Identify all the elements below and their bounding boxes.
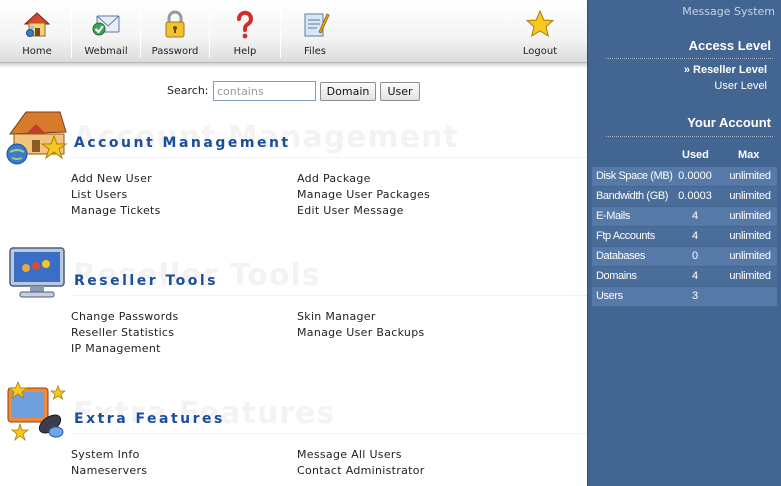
reseller-statistics-link[interactable]: Reseller Statistics bbox=[71, 326, 174, 339]
manage-user-packages-link[interactable]: Manage User Packages bbox=[297, 188, 430, 201]
password-button[interactable]: Password bbox=[142, 0, 208, 63]
usage-row-domains: Domains 4 unlimited bbox=[592, 267, 777, 286]
account-management-title: Account Management bbox=[74, 135, 291, 151]
search-domain-button[interactable]: Domain bbox=[320, 82, 376, 101]
list-users-link[interactable]: List Users bbox=[71, 188, 128, 201]
usage-label: Users bbox=[596, 290, 623, 302]
top-toolbar: Home Webmail Password Help Files Logout bbox=[0, 0, 587, 68]
files-label: Files bbox=[304, 46, 326, 57]
usage-label: Databases bbox=[596, 250, 645, 262]
home-label: Home bbox=[22, 46, 52, 57]
usage-label: E-Mails bbox=[596, 210, 630, 222]
extra-features-title: Extra Features bbox=[74, 411, 225, 427]
usage-label: Domains bbox=[596, 270, 637, 282]
star-icon bbox=[525, 9, 555, 38]
envelope-icon bbox=[92, 15, 120, 36]
search-user-button[interactable]: User bbox=[380, 82, 420, 101]
usage-used: 3 bbox=[691, 290, 699, 302]
usage-used: 0.0000 bbox=[678, 170, 712, 182]
account-management-section: Account Management Account Management Ad… bbox=[0, 104, 587, 232]
usage-row-bandwidth: Bandwidth (GB) 0.0003 unlimited bbox=[592, 187, 777, 206]
panel-divider bbox=[606, 58, 773, 59]
usage-label: Bandwidth (GB) bbox=[596, 190, 669, 202]
usage-max: unlimited bbox=[729, 230, 771, 242]
usage-max: unlimited bbox=[729, 170, 771, 182]
usage-row-emails: E-Mails 4 unlimited bbox=[592, 207, 777, 226]
add-new-user-link[interactable]: Add New User bbox=[71, 172, 152, 185]
usage-used: 4 bbox=[691, 230, 699, 242]
home-button[interactable]: Home bbox=[4, 0, 70, 63]
help-button[interactable]: Help bbox=[211, 0, 279, 63]
usage-header-max: Max bbox=[738, 149, 760, 161]
question-mark-icon bbox=[237, 10, 253, 39]
manage-tickets-link[interactable]: Manage Tickets bbox=[71, 204, 161, 217]
message-system-link[interactable]: Message System bbox=[682, 5, 775, 18]
access-level-title: Access Level bbox=[688, 38, 771, 53]
account-house-globe-icon bbox=[6, 111, 68, 165]
help-label: Help bbox=[233, 46, 257, 57]
logout-label: Logout bbox=[522, 46, 558, 57]
usage-row-disk-space: Disk Space (MB) 0.0000 unlimited bbox=[592, 167, 777, 186]
section-divider bbox=[70, 433, 587, 434]
usage-used: 4 bbox=[691, 270, 699, 282]
logout-button[interactable]: Logout bbox=[507, 0, 573, 63]
usage-max: unlimited bbox=[729, 210, 771, 222]
nameservers-link[interactable]: Nameservers bbox=[71, 464, 147, 477]
ip-management-link[interactable]: IP Management bbox=[71, 342, 161, 355]
usage-row-databases: Databases 0 unlimited bbox=[592, 247, 777, 266]
extra-features-stars-icon bbox=[7, 380, 67, 442]
right-sidebar: Message System Access Level » Reseller L… bbox=[587, 0, 781, 486]
toolbar-divider bbox=[71, 6, 72, 58]
usage-used: 0 bbox=[691, 250, 699, 262]
edit-user-message-link[interactable]: Edit User Message bbox=[297, 204, 404, 217]
reseller-monitor-icon bbox=[9, 247, 65, 298]
webmail-button[interactable]: Webmail bbox=[73, 0, 139, 63]
manage-user-backups-link[interactable]: Manage User Backups bbox=[297, 326, 425, 339]
reseller-level-link[interactable]: » Reseller Level bbox=[684, 64, 767, 76]
add-package-link[interactable]: Add Package bbox=[297, 172, 371, 185]
clipboard-icon bbox=[304, 13, 330, 37]
padlock-icon bbox=[165, 10, 185, 38]
contact-administrator-link[interactable]: Contact Administrator bbox=[297, 464, 425, 477]
search-input[interactable] bbox=[213, 81, 316, 101]
usage-header-used: Used bbox=[682, 149, 709, 161]
reseller-tools-section: Reseller Tools Reseller Tools Change Pas… bbox=[0, 242, 587, 370]
house-icon bbox=[23, 12, 51, 37]
usage-label: Disk Space (MB) bbox=[596, 170, 673, 182]
panel-divider bbox=[606, 136, 773, 137]
section-divider bbox=[70, 295, 587, 296]
toolbar-divider bbox=[209, 6, 210, 58]
usage-max: unlimited bbox=[729, 250, 771, 262]
extra-features-section: Extra Features Extra Features System Inf… bbox=[0, 380, 587, 486]
reseller-tools-title: Reseller Tools bbox=[74, 273, 219, 289]
change-passwords-link[interactable]: Change Passwords bbox=[71, 310, 179, 323]
system-info-link[interactable]: System Info bbox=[71, 448, 140, 461]
your-account-title: Your Account bbox=[687, 115, 771, 130]
usage-row-users: Users 3 bbox=[592, 287, 777, 306]
password-label: Password bbox=[151, 46, 199, 57]
usage-max: unlimited bbox=[729, 270, 771, 282]
user-level-link[interactable]: User Level bbox=[714, 80, 767, 92]
usage-row-ftp-accounts: Ftp Accounts 4 unlimited bbox=[592, 227, 777, 246]
message-all-users-link[interactable]: Message All Users bbox=[297, 448, 402, 461]
usage-used: 4 bbox=[691, 210, 699, 222]
toolbar-divider bbox=[280, 6, 281, 58]
usage-max: unlimited bbox=[729, 190, 771, 202]
toolbar-divider bbox=[140, 6, 141, 58]
skin-manager-link[interactable]: Skin Manager bbox=[297, 310, 376, 323]
files-button[interactable]: Files bbox=[282, 0, 348, 63]
usage-label: Ftp Accounts bbox=[596, 230, 655, 242]
search-label: Search: bbox=[167, 84, 209, 97]
webmail-label: Webmail bbox=[84, 46, 128, 57]
section-divider bbox=[70, 157, 587, 158]
usage-used: 0.0003 bbox=[678, 190, 712, 202]
